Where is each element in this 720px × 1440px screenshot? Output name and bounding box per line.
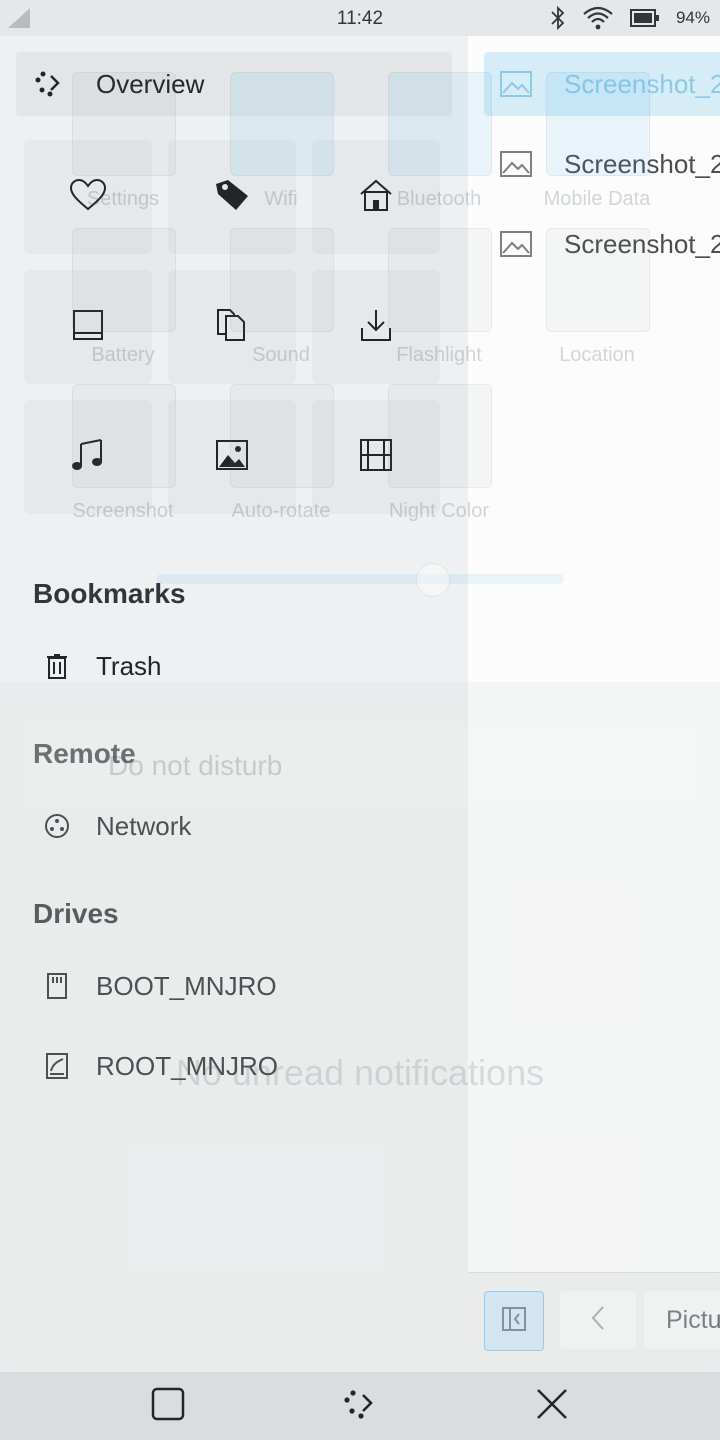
remote-heading: Remote xyxy=(33,738,136,769)
overview-icon xyxy=(34,70,62,98)
image-file-icon xyxy=(500,151,534,177)
tags-button[interactable] xyxy=(168,140,296,254)
chevron-left-icon xyxy=(589,1304,607,1337)
bookmarks-heading: Bookmarks xyxy=(33,578,186,609)
navigation-toolbar: Pictu xyxy=(468,1272,720,1372)
favorites-button[interactable] xyxy=(24,140,152,254)
trash-icon xyxy=(42,653,72,679)
task-switcher-button[interactable] xyxy=(146,1384,190,1428)
sidebar-collapse-icon xyxy=(501,1306,527,1337)
battery-percent: 94% xyxy=(675,8,710,27)
place-item-boot-drive[interactable]: BOOT_MNJRO xyxy=(16,954,452,1018)
places-panel: Overview Bookmarks Trash Remote Network … xyxy=(0,36,468,1372)
status-bar: 11:42 94% xyxy=(0,0,720,36)
overview-item[interactable]: Overview xyxy=(16,52,452,116)
file-view: Screenshot_2 Screenshot_2 Screenshot_2 P… xyxy=(468,36,720,1372)
home-button[interactable] xyxy=(312,140,440,254)
place-label: ROOT_MNJRO xyxy=(96,1050,278,1081)
drives-heading: Drives xyxy=(33,898,119,929)
downloads-button[interactable] xyxy=(312,270,440,384)
image-file-icon xyxy=(500,71,534,97)
close-app-button[interactable] xyxy=(530,1384,574,1428)
place-label: Network xyxy=(96,810,192,841)
music-button[interactable] xyxy=(24,400,152,514)
square-icon xyxy=(151,1387,185,1426)
wifi-icon xyxy=(582,5,614,31)
documents-button[interactable] xyxy=(168,270,296,384)
home-icon xyxy=(359,178,393,217)
place-label: Trash xyxy=(96,650,162,681)
breadcrumb[interactable]: Pictu xyxy=(644,1291,720,1349)
place-item-trash[interactable]: Trash xyxy=(16,634,452,698)
overview-button[interactable] xyxy=(338,1384,382,1428)
film-icon xyxy=(359,438,393,477)
overview-icon xyxy=(342,1386,378,1427)
system-navigation-bar xyxy=(0,1372,720,1440)
drive-icon xyxy=(42,1053,72,1079)
documents-icon xyxy=(216,308,248,347)
pictures-button[interactable] xyxy=(168,400,296,514)
file-item[interactable]: Screenshot_2 xyxy=(484,52,720,116)
bluetooth-icon xyxy=(550,5,566,31)
music-note-icon xyxy=(71,438,105,477)
file-item[interactable]: Screenshot_2 xyxy=(484,212,720,276)
network-icon xyxy=(42,813,72,839)
toggle-sidebar-button[interactable] xyxy=(484,1291,544,1351)
download-icon xyxy=(360,308,392,347)
place-item-network[interactable]: Network xyxy=(16,794,452,858)
heart-icon xyxy=(69,178,107,217)
file-name: Screenshot_2 xyxy=(564,228,720,259)
close-icon xyxy=(535,1387,569,1426)
overview-label: Overview xyxy=(96,68,205,99)
image-icon xyxy=(215,439,249,476)
place-label: BOOT_MNJRO xyxy=(96,970,277,1001)
file-name: Screenshot_2 xyxy=(564,148,720,179)
desktop-button[interactable] xyxy=(24,270,152,384)
file-name: Screenshot_2 xyxy=(564,68,720,99)
back-button[interactable] xyxy=(560,1291,636,1349)
place-item-root-drive[interactable]: ROOT_MNJRO xyxy=(16,1034,452,1098)
videos-button[interactable] xyxy=(312,400,440,514)
tag-icon xyxy=(214,178,250,217)
sd-card-icon xyxy=(42,973,72,999)
file-item[interactable]: Screenshot_2 xyxy=(484,132,720,196)
image-file-icon xyxy=(500,231,534,257)
desktop-icon xyxy=(72,309,104,346)
battery-icon xyxy=(629,7,660,29)
